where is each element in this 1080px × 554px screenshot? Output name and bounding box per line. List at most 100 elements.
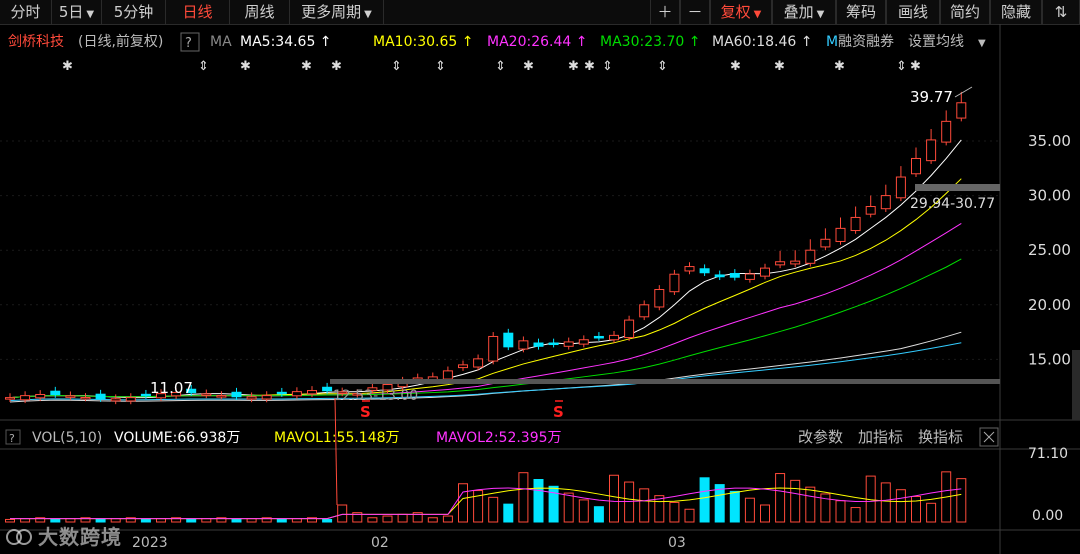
event-arrow-icon[interactable]: ⇕	[198, 59, 209, 74]
ma-line-20	[9, 223, 962, 399]
toolbar-button-7[interactable]: 隐藏	[990, 0, 1042, 24]
volume-bar	[276, 518, 287, 523]
event-star-icon[interactable]: ✱	[774, 59, 785, 74]
event-star-icon[interactable]: ✱	[331, 59, 342, 74]
mavol2-value: MAVOL2:52.395万	[436, 430, 562, 446]
event-star-icon[interactable]: ✱	[834, 59, 845, 74]
candle-body	[639, 304, 650, 318]
candle-body	[654, 289, 665, 308]
ma-values: MA5:34.65 ↑ MA10:30.65 ↑ MA20:26.44 ↑ MA30:…	[240, 34, 838, 50]
date-label-mar: 03	[668, 535, 686, 551]
candle-body	[307, 390, 317, 395]
price-scroll-handle[interactable]	[1072, 350, 1080, 420]
volume-bars	[5, 471, 967, 523]
price-tick: 20.00	[1028, 296, 1071, 314]
event-arrow-icon[interactable]: ⇕	[435, 59, 446, 74]
volume-bar	[397, 513, 408, 523]
candle-body	[50, 390, 61, 396]
range-band-high	[915, 184, 1000, 191]
event-arrow-icon[interactable]: ⇕	[602, 59, 613, 74]
volume-bar	[805, 486, 816, 523]
event-star-icon[interactable]: ✱	[62, 59, 73, 74]
watermark: 大数跨境	[6, 521, 122, 550]
volume-bar	[201, 518, 212, 523]
event-star-icon[interactable]: ✱	[240, 59, 251, 74]
event-arrow-icon[interactable]: ⇕	[896, 59, 907, 74]
chevron-down-icon: ▼	[816, 9, 825, 20]
set-ma-button[interactable]: 设置均线	[908, 34, 964, 50]
ma-value-0: MA5:34.65 ↑	[240, 34, 332, 50]
candle-body	[95, 393, 106, 400]
event-star-icon[interactable]: ✱	[730, 59, 741, 74]
candle-body	[110, 398, 121, 402]
candle-body	[790, 260, 801, 265]
toolbar-button-label: 叠加	[783, 3, 814, 21]
toolbar-button-3[interactable]: 叠加 ▼	[772, 0, 836, 24]
candle-body	[865, 206, 876, 215]
vol-indicator-name[interactable]: VOL(5,10)	[32, 430, 102, 446]
volume-bar	[533, 479, 544, 523]
switch-indicator-button[interactable]: 换指标	[918, 428, 963, 446]
modify-params-button[interactable]: 改参数	[798, 428, 843, 446]
toolbar-button-5[interactable]: 画线	[886, 0, 940, 24]
volume-bar	[140, 518, 151, 523]
s-mark-icon[interactable]: S	[553, 403, 564, 421]
volume-bar	[291, 518, 302, 523]
watermark-text: 大数跨境	[38, 525, 122, 549]
toolbar-button-0[interactable]: ＋	[650, 0, 680, 24]
ma-value-5: M	[826, 34, 838, 50]
event-star-icon[interactable]: ✱	[910, 59, 921, 74]
period-tab-2[interactable]: 5分钟	[102, 0, 166, 24]
volume-bar	[775, 473, 786, 523]
volume-bar	[684, 508, 695, 523]
high-price-pointer	[954, 86, 973, 98]
add-indicator-button[interactable]: 加指标	[858, 428, 903, 446]
volume-bar	[790, 479, 801, 523]
candle-body	[850, 216, 861, 232]
toolbar-button-8[interactable]: ⇅	[1042, 0, 1080, 24]
volume-spike-pointer	[334, 397, 338, 506]
event-star-icon[interactable]: ✱	[584, 59, 595, 74]
candle-body	[835, 227, 846, 242]
volume-bar	[156, 518, 166, 523]
help-icon-glyph: ?	[185, 36, 192, 51]
volume-ma-line	[10, 487, 962, 520]
candle-body	[548, 342, 559, 346]
period-tab-0[interactable]: 分时	[0, 0, 52, 24]
candle-body	[291, 391, 302, 397]
candle-body	[895, 176, 906, 199]
s-mark-icon[interactable]: S	[360, 403, 371, 421]
event-arrow-icon[interactable]: ⇕	[657, 59, 668, 74]
event-star-icon[interactable]: ✱	[568, 59, 579, 74]
margin-trading-button[interactable]: 融资融券	[838, 34, 894, 50]
chart-mode: (日线,前复权)	[78, 33, 163, 50]
candle-body	[880, 195, 891, 210]
event-arrow-icon[interactable]: ⇕	[495, 59, 506, 74]
toolbar-button-2[interactable]: 复权 ▼	[710, 0, 772, 24]
event-star-icon[interactable]: ✱	[301, 59, 312, 74]
period-tab-3[interactable]: 日线	[166, 0, 230, 24]
candle-body	[231, 391, 242, 398]
toolbar-button-1[interactable]: －	[680, 0, 710, 24]
period-tab-4[interactable]: 周线	[230, 0, 290, 24]
toolbar-button-4[interactable]: 筹码	[836, 0, 886, 24]
period-tab-5[interactable]: 更多周期 ▼	[290, 0, 384, 24]
volume-bar	[563, 492, 574, 523]
period-tab-label: 更多周期	[301, 3, 362, 21]
candle-body	[805, 249, 816, 264]
ma-value-1: MA10:30.65 ↑	[373, 34, 473, 50]
ma-label[interactable]: MA	[210, 34, 232, 50]
price-tick: 30.00	[1028, 187, 1071, 205]
toolbar-button-label: 复权	[720, 3, 751, 21]
volume-bar	[458, 483, 468, 523]
stock-name[interactable]: 剑桥科技	[8, 34, 64, 50]
set-ma-chevron-icon[interactable]: ▼	[978, 38, 986, 49]
period-tab-1[interactable]: 5日 ▼	[52, 0, 102, 24]
event-arrow-icon[interactable]: ⇕	[391, 59, 402, 74]
toolbar-button-6[interactable]: 简约	[940, 0, 990, 24]
candle-body	[926, 139, 937, 162]
period-tab-label: 周线	[244, 3, 275, 21]
event-star-icon[interactable]: ✱	[523, 59, 534, 74]
period-tab-label: 日线	[182, 3, 213, 21]
volume-bar	[744, 497, 755, 523]
